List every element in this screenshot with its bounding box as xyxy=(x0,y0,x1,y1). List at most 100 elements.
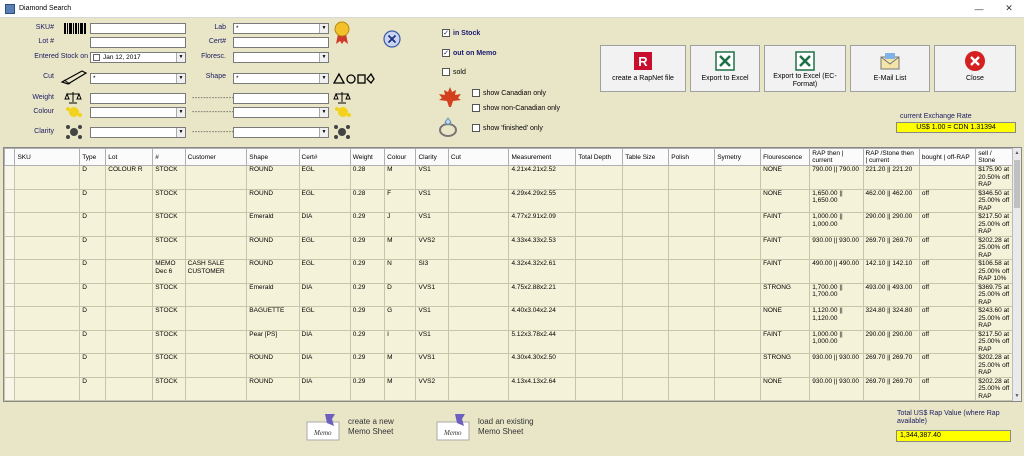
column-header[interactable]: Polish xyxy=(668,148,716,166)
column-header[interactable]: Type xyxy=(79,148,107,166)
load-memo-button[interactable]: Memo load an existing Memo Sheet xyxy=(435,412,550,442)
table-row[interactable]: D MEMO Dec 6 CASH SALE CUSTOMER ROUND EGL 0.2… xyxy=(4,259,1013,284)
column-header[interactable] xyxy=(4,148,16,166)
lab-select[interactable]: * ▼ xyxy=(233,23,329,34)
column-header[interactable]: Colour xyxy=(384,148,417,166)
new-memo-button[interactable]: Memo create a new Memo Sheet xyxy=(305,412,408,442)
column-header[interactable]: Table Size xyxy=(622,148,670,166)
cut-select[interactable]: * ▼ xyxy=(90,73,186,84)
results-table: SKU Type Lot # Customer Shape Cert# Weight Colou… xyxy=(4,148,1013,401)
table-row[interactable]: D STOCK ROUND EGL 0.28 F VS1 4.29x4.29x2.55 NONE… xyxy=(4,188,1013,213)
close-button[interactable]: Close xyxy=(934,45,1016,92)
vertical-scrollbar[interactable]: ▲ ▼ xyxy=(1012,148,1021,401)
email-list-button[interactable]: E-Mail List xyxy=(850,45,930,92)
scroll-thumb[interactable] xyxy=(1014,160,1020,208)
column-header[interactable]: RAP then | current xyxy=(809,148,864,166)
clarity-label: Clarity xyxy=(34,128,54,135)
column-header[interactable]: # xyxy=(152,148,186,166)
table-row[interactable]: D STOCK ROUND EGL 0.29 M VVS2 4.33x4.33x2.53 FAI… xyxy=(4,235,1013,260)
chevron-down-icon[interactable]: ▼ xyxy=(176,74,185,83)
chevron-down-icon[interactable]: ▼ xyxy=(319,108,328,117)
table-row[interactable]: D STOCK ROUND DIA 0.29 M VVS1 4.30x4.30x2.50 STR… xyxy=(4,353,1013,378)
table-row[interactable]: D STOCK Emerald DIA 0.29 J VS1 4.77x2.91x2.09 FA… xyxy=(4,212,1013,237)
lot-input[interactable] xyxy=(90,37,186,48)
canadian-only-checkbox[interactable]: show Canadian only xyxy=(472,89,546,97)
chevron-down-icon[interactable]: ▼ xyxy=(319,24,328,33)
window-close-button[interactable]: ✕ xyxy=(994,0,1024,18)
minimize-button[interactable]: — xyxy=(964,0,994,18)
weight-to-input[interactable] xyxy=(233,93,329,104)
column-header[interactable]: Cut xyxy=(447,148,510,166)
table-cell xyxy=(668,282,716,307)
table-cell: ROUND xyxy=(246,353,300,378)
clarity-from-select[interactable]: ▼ xyxy=(90,127,186,138)
finished-only-checkbox[interactable]: show 'finished' only xyxy=(472,124,543,132)
colour-to-select[interactable]: ▼ xyxy=(233,107,329,118)
scroll-up-icon[interactable]: ▲ xyxy=(1013,148,1021,158)
column-header[interactable]: Shape xyxy=(246,148,300,166)
column-header[interactable]: bought | off-RAP xyxy=(918,148,977,166)
table-cell: 4.29x4.29x2.55 xyxy=(508,188,577,213)
column-header[interactable]: Clarity xyxy=(415,148,449,166)
scroll-down-icon[interactable]: ▼ xyxy=(1013,391,1021,401)
table-cell xyxy=(714,376,762,401)
column-header[interactable]: Cert# xyxy=(298,148,351,166)
column-header[interactable]: Flourescence xyxy=(760,148,811,166)
column-header[interactable]: Weight xyxy=(349,148,386,166)
table-row[interactable]: D STOCK ROUNDEGL0.29JVS1 4.38x4.38x2.52 FAIN… xyxy=(4,400,1013,401)
weight-from-input[interactable] xyxy=(90,93,186,104)
table-cell: VS1 xyxy=(415,212,449,237)
sku-input[interactable] xyxy=(90,23,186,34)
out-on-memo-checkbox[interactable]: ✓ out on Memo xyxy=(442,49,497,57)
rapnet-button[interactable]: R create a RapNet file xyxy=(600,45,686,92)
in-stock-checkbox[interactable]: ✓ in Stock xyxy=(442,29,480,37)
table-cell xyxy=(184,282,248,307)
clarity-to-select[interactable]: ▼ xyxy=(233,127,329,138)
table-row[interactable]: D STOCK BAGUETTE EGL 0.29 G VS1 4.40x3.04x2.24 N… xyxy=(4,306,1013,331)
export-excel-button[interactable]: Export to Excel xyxy=(690,45,760,92)
chevron-down-icon[interactable]: ▼ xyxy=(176,108,185,117)
column-header[interactable]: Measurement xyxy=(508,148,577,166)
chevron-down-icon[interactable]: ▼ xyxy=(319,53,328,62)
table-cell: 4.77x2.91x2.09 xyxy=(508,212,577,237)
column-header[interactable]: sell / Stone xyxy=(975,148,1013,166)
table-cell: M xyxy=(384,353,417,378)
floresc-select[interactable]: ▼ xyxy=(233,52,329,63)
table-row[interactable]: D STOCK Pear [PS] DIA 0.29 I VS1 5.12x3.78x2.44… xyxy=(4,329,1013,354)
date-enable-checkbox[interactable] xyxy=(93,54,100,61)
table-cell: M xyxy=(384,376,417,401)
table-cell xyxy=(575,353,624,378)
results-grid[interactable]: SKU Type Lot # Customer Shape Cert# Weight Colou… xyxy=(3,147,1022,402)
table-cell: 1,120.00 || 1,120.00 xyxy=(809,306,864,331)
clear-filters-icon[interactable] xyxy=(383,30,401,48)
chevron-down-icon[interactable]: ▼ xyxy=(176,128,185,137)
table-cell: VVS2 xyxy=(415,376,449,401)
entered-stock-date[interactable]: Jan 12, 2017 ▼ xyxy=(90,52,186,63)
table-cell: $369.75 at 25.00% off RAP xyxy=(975,282,1013,307)
chevron-down-icon[interactable]: ▼ xyxy=(176,53,185,62)
export-excel-ec-button[interactable]: Export to Excel (EC-Format) xyxy=(764,45,846,92)
table-cell: FAINT xyxy=(760,400,811,401)
column-header[interactable]: SKU xyxy=(14,148,81,166)
table-cell xyxy=(447,400,510,401)
table-cell: 0.29 xyxy=(349,400,386,401)
column-header[interactable]: Customer xyxy=(184,148,248,166)
table-row[interactable]: D COLOUR R STOCK ROUND EGL 0.28 M VS1 4.21x4.21x… xyxy=(4,165,1013,190)
table-row[interactable]: D STOCK Emerald DIA 0.29 D VVS1 4.75x2.88x2.21 S… xyxy=(4,282,1013,307)
column-header[interactable]: Lot xyxy=(105,148,154,166)
column-header[interactable]: RAP /Stone then | current xyxy=(862,148,920,166)
column-header[interactable]: Symetry xyxy=(714,148,762,166)
chevron-down-icon[interactable]: ▼ xyxy=(319,128,328,137)
table-cell xyxy=(184,400,248,401)
table-cell: EGL xyxy=(298,235,351,260)
cert-input[interactable] xyxy=(233,37,329,48)
table-cell xyxy=(184,212,248,237)
table-cell xyxy=(714,165,762,190)
non-canadian-only-checkbox[interactable]: show non-Canadian only xyxy=(472,104,560,112)
shape-select[interactable]: * ▼ xyxy=(233,73,329,84)
colour-from-select[interactable]: ▼ xyxy=(90,107,186,118)
table-row[interactable]: D STOCK ROUND DIA 0.29 M VVS2 4.13x4.13x2.64 NON… xyxy=(4,376,1013,401)
chevron-down-icon[interactable]: ▼ xyxy=(319,74,328,83)
column-header[interactable]: Total Depth xyxy=(575,148,624,166)
sold-checkbox[interactable]: sold xyxy=(442,68,466,76)
